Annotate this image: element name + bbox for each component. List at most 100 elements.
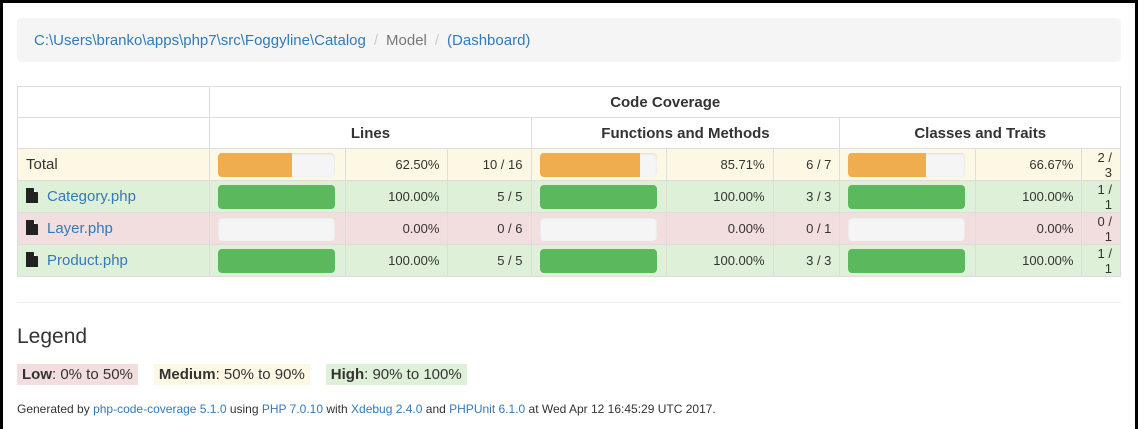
legend-low-range: : 0% to 50% xyxy=(52,366,133,383)
lines-count: 0 / 6 xyxy=(447,212,532,245)
functions-progress-bar xyxy=(539,152,657,177)
legend-high-range: : 90% to 100% xyxy=(364,366,462,383)
php-link[interactable]: PHP 7.0.10 xyxy=(262,402,323,416)
table-row: Total 62.50% 10 / 16 85.71% 6 / 7 66.67% 2 / 3 xyxy=(16,148,1121,181)
classes-progress-bar xyxy=(848,184,966,209)
functions-percent: 85.71% xyxy=(666,148,774,181)
functions-progress-cell xyxy=(530,244,668,277)
breadcrumb-separator: / xyxy=(373,31,379,49)
functions-percent: 0.00% xyxy=(666,212,774,245)
lines-progress-bar xyxy=(218,248,336,273)
table-row: Category.php 100.00% 5 / 5 100.00% 3 / 3 100.… xyxy=(16,180,1121,213)
functions-progress-cell xyxy=(530,212,668,245)
legend-high: High: 90% to 100% xyxy=(325,364,467,385)
classes-percent: 0.00% xyxy=(975,212,1083,245)
legend-medium: Medium: 50% to 90% xyxy=(153,364,310,385)
lines-count: 10 / 16 xyxy=(447,148,532,181)
lines-count: 5 / 5 xyxy=(447,244,532,277)
functions-count: 6 / 7 xyxy=(772,148,841,181)
php-code-coverage-link[interactable]: php-code-coverage 5.1.0 xyxy=(93,402,226,416)
table-header-row: Code Coverage xyxy=(16,86,1121,118)
phpunit-link[interactable]: PHPUnit 6.1.0 xyxy=(449,402,525,416)
functions-count: 3 / 3 xyxy=(772,244,841,277)
empty-header-cell xyxy=(16,117,211,149)
code-coverage-header: Code Coverage xyxy=(209,86,1121,118)
breadcrumb-path-link[interactable]: C:\Users\branko\apps\php7\src\Foggyline\… xyxy=(34,32,366,49)
file-icon xyxy=(26,252,38,267)
legend-low-label: Low xyxy=(22,366,52,383)
classes-count: 1 / 1 xyxy=(1081,244,1121,277)
classes-count: 1 / 1 xyxy=(1081,180,1121,213)
table-row: Product.php 100.00% 5 / 5 100.00% 3 / 3 100.0… xyxy=(16,244,1121,277)
functions-progress-fill xyxy=(539,248,657,273)
lines-percent: 100.00% xyxy=(345,244,449,277)
classes-progress-fill xyxy=(848,184,966,209)
lines-progress-bar xyxy=(218,216,336,241)
file-link[interactable]: Category.php xyxy=(47,188,136,205)
functions-percent: 100.00% xyxy=(666,244,774,277)
functions-count: 0 / 1 xyxy=(772,212,841,245)
footer-text: Generated by xyxy=(17,402,94,416)
classes-progress-cell xyxy=(839,244,977,277)
functions-progress-fill xyxy=(539,152,640,177)
classes-count: 2 / 3 xyxy=(1081,148,1121,181)
empty-header-cell xyxy=(16,86,211,118)
legend-high-label: High xyxy=(330,366,365,383)
classes-percent: 100.00% xyxy=(975,244,1083,277)
legend-medium-label: Medium xyxy=(158,366,216,383)
classes-percent: 66.67% xyxy=(975,148,1083,181)
classes-progress-bar xyxy=(848,216,966,241)
classes-progress-bar xyxy=(848,248,966,273)
lines-progress-cell xyxy=(209,180,347,213)
lines-percent: 62.50% xyxy=(345,148,449,181)
file-icon xyxy=(26,188,38,203)
lines-progress-fill xyxy=(218,152,292,177)
legend: Low: 0% to 50% Medium: 50% to 90% High: … xyxy=(17,364,483,385)
classes-progress-cell xyxy=(839,148,977,181)
classes-progress-cell xyxy=(839,212,977,245)
breadcrumb-separator: / xyxy=(434,31,440,49)
functions-progress-bar xyxy=(539,248,657,273)
classes-header: Classes and Traits xyxy=(839,117,1121,149)
classes-progress-fill xyxy=(848,152,927,177)
xdebug-link[interactable]: Xdebug 2.4.0 xyxy=(351,402,422,416)
functions-percent: 100.00% xyxy=(666,180,774,213)
coverage-table: Code Coverage Lines Functions and Method… xyxy=(16,86,1121,277)
row-name-cell: Product.php xyxy=(16,244,211,277)
classes-progress-fill xyxy=(848,248,966,273)
file-link[interactable]: Layer.php xyxy=(47,220,113,237)
functions-progress-fill xyxy=(539,184,657,209)
table-row: Layer.php 0.00% 0 / 6 0.00% 0 / 1 0.00% 0 / 1 xyxy=(16,212,1121,245)
table-subheader-row: Lines Functions and Methods Classes and … xyxy=(16,117,1121,149)
lines-progress-bar xyxy=(218,152,336,177)
dashboard-link[interactable]: (Dashboard) xyxy=(447,32,530,49)
functions-header: Functions and Methods xyxy=(530,117,841,149)
legend-title: Legend xyxy=(17,325,88,348)
classes-progress-cell xyxy=(839,180,977,213)
classes-progress-bar xyxy=(848,152,966,177)
total-label: Total xyxy=(26,156,58,173)
lines-progress-fill xyxy=(218,248,336,273)
breadcrumb-current: Model xyxy=(386,31,427,49)
breadcrumb: C:\Users\branko\apps\php7\src\Foggyline\… xyxy=(17,18,1121,62)
functions-progress-bar xyxy=(539,184,657,209)
legend-low: Low: 0% to 50% xyxy=(17,364,138,385)
lines-progress-cell xyxy=(209,148,347,181)
functions-progress-bar xyxy=(539,216,657,241)
lines-percent: 0.00% xyxy=(345,212,449,245)
footer-text: using xyxy=(226,402,262,416)
divider xyxy=(17,302,1121,303)
lines-progress-cell xyxy=(209,212,347,245)
functions-progress-cell xyxy=(530,148,668,181)
row-name-cell: Total xyxy=(16,148,211,181)
row-name-cell: Layer.php xyxy=(16,212,211,245)
lines-percent: 100.00% xyxy=(345,180,449,213)
classes-percent: 100.00% xyxy=(975,180,1083,213)
file-link[interactable]: Product.php xyxy=(47,252,128,269)
lines-header: Lines xyxy=(209,117,532,149)
footer: Generated by php-code-coverage 5.1.0 usi… xyxy=(17,402,716,416)
classes-count: 0 / 1 xyxy=(1081,212,1121,245)
lines-progress-bar xyxy=(218,184,336,209)
footer-text: with xyxy=(323,402,352,416)
functions-count: 3 / 3 xyxy=(772,180,841,213)
